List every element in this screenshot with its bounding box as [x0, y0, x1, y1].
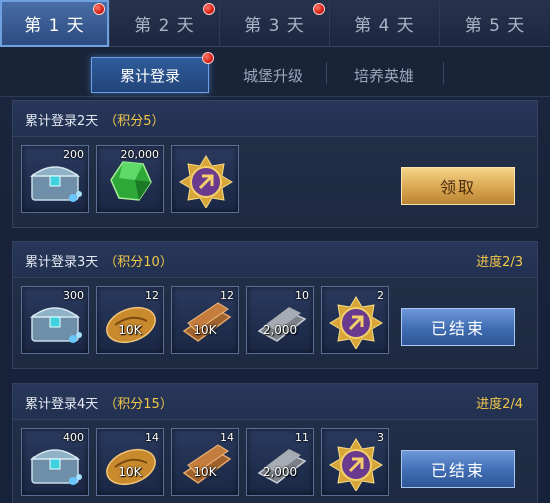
- reward-item-slot[interactable]: 400: [21, 428, 89, 496]
- reward-title: 累计登录3天 （积分10）: [25, 251, 173, 270]
- item-count: 400: [63, 431, 84, 444]
- tab-castle-upgrade[interactable]: 城堡升级: [214, 57, 332, 93]
- tab-label: 第 2 天: [134, 16, 195, 36]
- treasure-chest-icon: [29, 166, 82, 202]
- reward-card-header: 累计登录2天 （积分5）: [13, 101, 537, 137]
- day-tab-bar: 第 1 天 第 2 天 第 3 天 第 4 天 第 5 天: [0, 0, 550, 47]
- tab-label: 第 4 天: [354, 16, 415, 36]
- item-count: 3: [377, 431, 384, 444]
- ended-button[interactable]: 已结束: [401, 308, 515, 346]
- reward-points: （积分15）: [104, 397, 173, 412]
- item-amount: 2,000: [262, 465, 298, 479]
- iron-ingot-icon: [257, 307, 307, 342]
- treasure-chest-icon: [29, 307, 82, 343]
- item-count: 14: [220, 431, 234, 444]
- medal-emblem-icon: [179, 155, 233, 208]
- item-count: 200: [63, 148, 84, 161]
- reward-item-slot[interactable]: 14 10K: [171, 428, 239, 496]
- tab-day-5[interactable]: 第 5 天: [440, 0, 550, 47]
- tab-train-heroes[interactable]: 培养英雄: [325, 57, 443, 93]
- reward-title: 累计登录4天 （积分15）: [25, 393, 173, 412]
- item-amount: 10K: [118, 323, 142, 337]
- tab-day-1[interactable]: 第 1 天: [0, 0, 110, 47]
- reward-item-slot[interactable]: 14 10K: [96, 428, 164, 496]
- reward-item-slot[interactable]: 2: [321, 286, 389, 354]
- reward-points: （积分10）: [104, 255, 173, 270]
- medal-emblem-icon: [329, 438, 383, 491]
- tab-day-4[interactable]: 第 4 天: [330, 0, 440, 47]
- reward-card: 累计登录4天 （积分15） 进度2/4 400 14 10K 14 10K 11…: [12, 383, 538, 503]
- reward-item-slot[interactable]: 200: [21, 145, 89, 213]
- item-count: 20,000: [120, 148, 160, 161]
- reward-points: （积分5）: [104, 114, 165, 129]
- wood-planks-icon: [182, 302, 232, 342]
- reward-item-slot[interactable]: [171, 145, 239, 213]
- reward-progress: 进度2/4: [476, 397, 523, 412]
- reward-item-slot[interactable]: 12 10K: [171, 286, 239, 354]
- ended-button[interactable]: 已结束: [401, 450, 515, 488]
- reward-card: 累计登录2天 （积分5） 200 20,000 领取: [12, 100, 538, 228]
- divider: [326, 62, 327, 84]
- reward-condition: 累计登录4天: [25, 397, 99, 412]
- tab-label: 第 1 天: [24, 16, 85, 36]
- tab-label: 培养英雄: [353, 66, 414, 85]
- tab-label: 城堡升级: [242, 66, 303, 85]
- reward-progress: 进度2/3: [476, 255, 523, 270]
- divider: [443, 62, 444, 84]
- tab-cumulative-login[interactable]: 累计登录: [91, 52, 214, 93]
- reward-title: 累计登录2天 （积分5）: [25, 110, 165, 129]
- item-count: 14: [145, 431, 159, 444]
- item-amount: 10K: [118, 465, 142, 479]
- reward-item-slot[interactable]: 300: [21, 286, 89, 354]
- bread-icon: [106, 306, 156, 344]
- notification-badge-icon: [313, 3, 325, 15]
- notification-badge-icon: [93, 3, 105, 15]
- item-count: 2: [377, 289, 384, 302]
- tab-label: 第 3 天: [244, 16, 305, 36]
- tab-label: 第 5 天: [464, 16, 526, 36]
- item-count: 11: [295, 431, 309, 444]
- reward-condition: 累计登录3天: [25, 255, 99, 270]
- reward-condition: 累计登录2天: [25, 114, 99, 129]
- reward-item-slot[interactable]: 10 2,000: [246, 286, 314, 354]
- medal-emblem-icon: [329, 296, 383, 349]
- reward-item-slot[interactable]: 11 2,000: [246, 428, 314, 496]
- reward-card-header: 累计登录3天 （积分10） 进度2/3: [13, 242, 537, 278]
- notification-badge-icon: [202, 52, 214, 64]
- item-count: 12: [145, 289, 159, 302]
- reward-item-slot[interactable]: 20,000: [96, 145, 164, 213]
- tab-label: 累计登录: [119, 66, 180, 85]
- bread-icon: [106, 448, 156, 486]
- reward-card-header: 累计登录4天 （积分15） 进度2/4: [13, 384, 537, 420]
- iron-ingot-icon: [257, 449, 307, 484]
- treasure-chest-icon: [29, 449, 82, 485]
- item-amount: 10K: [193, 323, 217, 337]
- item-count: 10: [295, 289, 309, 302]
- wood-planks-icon: [182, 444, 232, 484]
- tab-day-3[interactable]: 第 3 天: [220, 0, 330, 47]
- tab-day-2[interactable]: 第 2 天: [110, 0, 220, 47]
- reward-card: 累计登录3天 （积分10） 进度2/3 300 12 10K 12 10K 10…: [12, 241, 538, 369]
- reward-item-slot[interactable]: 12 10K: [96, 286, 164, 354]
- category-tab-bar: 累计登录 城堡升级 培养英雄: [0, 47, 550, 97]
- claim-button[interactable]: 领取: [401, 167, 515, 205]
- reward-item-slot[interactable]: 3: [321, 428, 389, 496]
- item-count: 12: [220, 289, 234, 302]
- notification-badge-icon: [203, 3, 215, 15]
- item-count: 300: [63, 289, 84, 302]
- item-amount: 10K: [193, 465, 217, 479]
- item-amount: 2,000: [262, 323, 298, 337]
- green-gem-icon: [110, 161, 152, 201]
